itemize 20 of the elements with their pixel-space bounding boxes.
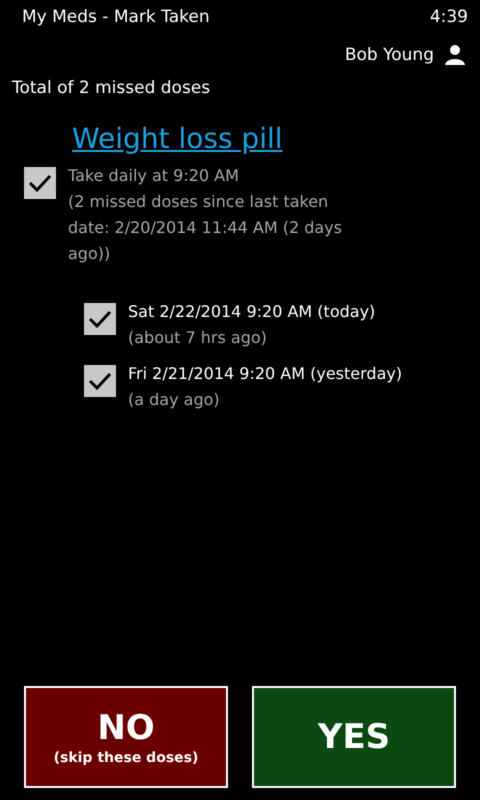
- app-title: My Meds - Mark Taken: [22, 6, 210, 29]
- dose-date: Fri 2/21/2014 9:20 AM (yesterday): [128, 363, 402, 385]
- user-name: Bob Young: [344, 45, 434, 65]
- dose-date: Sat 2/22/2014 9:20 AM (today): [128, 301, 376, 323]
- schedule-text: Take daily at 9:20 AM: [68, 165, 240, 187]
- clock-time: 4:39: [430, 6, 468, 29]
- check-icon: [88, 309, 112, 329]
- dose-ago: (a day ago): [128, 389, 221, 411]
- missed-summary: Total of 2 missed doses: [11, 77, 212, 98]
- check-icon: [88, 371, 112, 391]
- yes-button[interactable]: YES: [252, 686, 456, 788]
- checkbox[interactable]: [84, 365, 116, 397]
- no-button[interactable]: NO (skip these doses): [24, 686, 228, 788]
- person-icon: [444, 44, 466, 66]
- missed-details: (2 missed doses since last taken date: 2/20/2014 11:44 AM (2 days ago)): [68, 191, 343, 265]
- medication-link[interactable]: Weight loss pill: [72, 122, 283, 155]
- check-icon: [28, 173, 52, 193]
- dose-ago: (about 7 hrs ago): [128, 327, 268, 349]
- checkbox[interactable]: [24, 167, 56, 199]
- checkbox[interactable]: [84, 303, 116, 335]
